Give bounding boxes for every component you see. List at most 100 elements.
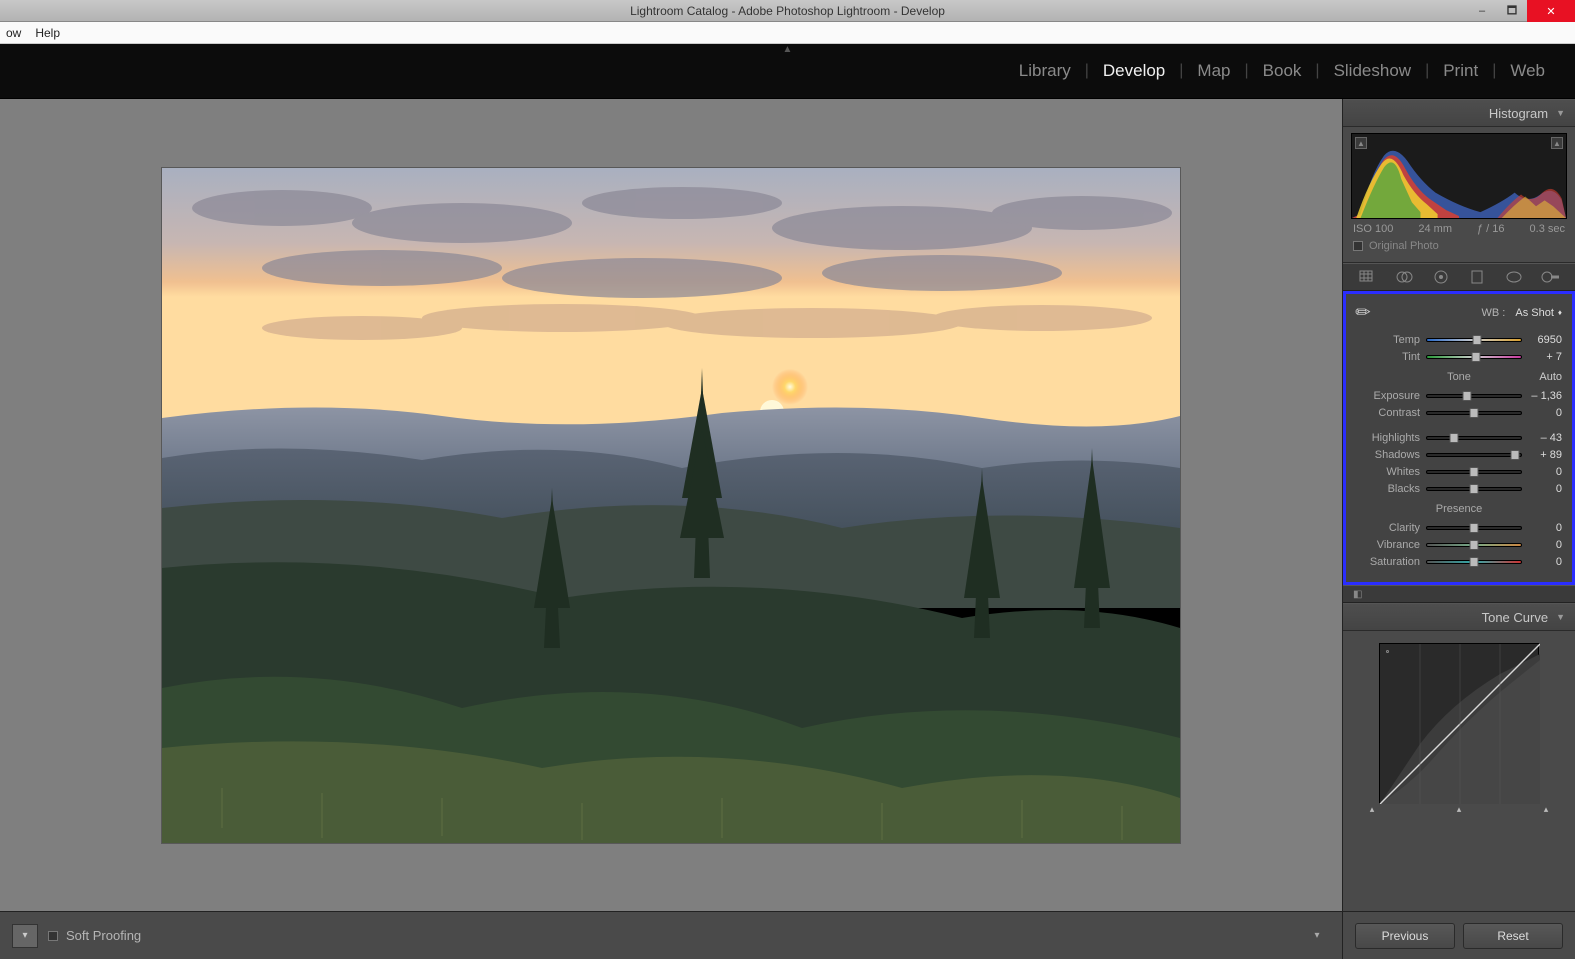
whites-thumb[interactable] [1470,467,1479,477]
vibrance-thumb[interactable] [1470,540,1479,550]
whites-slider[interactable] [1426,470,1522,474]
soft-proofing-checkbox[interactable] [48,931,58,941]
tint-slider[interactable] [1426,355,1522,359]
shadow-clipping-indicator[interactable]: ▲ [1355,137,1367,149]
shadows-label: Shadows [1356,449,1420,461]
contrast-thumb[interactable] [1470,408,1479,418]
module-develop[interactable]: Develop [1089,61,1179,81]
adjustment-brush-tool-icon[interactable] [1539,267,1563,287]
module-tabs: Library | Develop | Map | Book | Slidesh… [1005,61,1559,81]
soft-proofing-toggle[interactable]: Soft Proofing [48,928,141,943]
eyedropper-icon[interactable]: ✎ [1351,300,1377,326]
saturation-label: Saturation [1356,556,1420,568]
presence-label: Presence [1436,503,1482,515]
histogram-display[interactable]: ▲ ▲ [1351,133,1567,219]
exposure-thumb[interactable] [1463,391,1472,401]
contrast-slider-row: Contrast 0 [1356,404,1562,421]
vibrance-slider[interactable] [1426,543,1522,547]
exposure-slider-row: Exposure – 1,36 [1356,387,1562,404]
blacks-slider[interactable] [1426,487,1522,491]
highlights-label: Highlights [1356,432,1420,444]
tint-value[interactable]: + 7 [1528,351,1562,363]
original-photo-checkbox[interactable] [1353,241,1363,251]
graduated-filter-tool-icon[interactable] [1465,267,1489,287]
module-map[interactable]: Map [1183,61,1244,81]
menu-item-help[interactable]: Help [35,26,60,40]
temp-thumb[interactable] [1472,335,1481,345]
tone-section-label: Tone Auto [1356,371,1562,383]
shadows-thumb[interactable] [1511,450,1520,460]
tc-region-thumb[interactable]: ▴ [1454,805,1464,814]
minimize-button[interactable]: – [1467,0,1497,22]
tint-thumb[interactable] [1471,352,1480,362]
highlights-value[interactable]: – 43 [1528,432,1562,444]
highlights-thumb[interactable] [1450,433,1459,443]
wb-preset-dropdown[interactable]: As Shot ♦ [1515,307,1562,319]
temp-slider[interactable] [1426,338,1522,342]
exposure-value[interactable]: – 1,36 [1528,390,1562,402]
module-book[interactable]: Book [1249,61,1316,81]
photo-canvas-area [0,99,1342,911]
shadows-value[interactable]: + 89 [1528,449,1562,461]
collapse-icon: ▼ [1556,612,1565,622]
clarity-thumb[interactable] [1470,523,1479,533]
reset-button[interactable]: Reset [1463,923,1563,949]
saturation-thumb[interactable] [1470,557,1479,567]
maximize-button[interactable]: 🗖 [1497,0,1527,22]
basic-panel: ✎ WB : As Shot ♦ Temp 6950 Tint + 7 [1343,291,1575,585]
original-photo-label: Original Photo [1369,240,1439,252]
close-button[interactable]: ✕ [1527,0,1575,22]
redeye-tool-icon[interactable] [1429,267,1453,287]
histogram-panel-header[interactable]: Histogram ▼ [1343,99,1575,127]
temp-label: Temp [1356,334,1420,346]
blacks-value[interactable]: 0 [1528,483,1562,495]
module-slideshow[interactable]: Slideshow [1320,61,1426,81]
tone-label: Tone [1447,371,1471,383]
highlight-clipping-indicator[interactable]: ▲ [1551,137,1563,149]
loupe-view-dropdown[interactable]: ▾ [12,924,38,948]
module-library[interactable]: Library [1005,61,1085,81]
tonecurve-title: Tone Curve [1482,610,1548,625]
previous-button[interactable]: Previous [1355,923,1455,949]
tonecurve-panel-header[interactable]: Tone Curve ▼ [1343,603,1575,631]
saturation-value[interactable]: 0 [1528,556,1562,568]
histogram-exif-row: ISO 100 24 mm ƒ / 16 0.3 sec [1351,219,1567,237]
exposure-slider[interactable] [1426,394,1522,398]
clarity-slider[interactable] [1426,526,1522,530]
main-content: Histogram ▼ ▲ ▲ ISO 100 24 mm ƒ / 16 [0,99,1575,911]
radial-filter-tool-icon[interactable] [1502,267,1526,287]
auto-tone-button[interactable]: Auto [1539,371,1562,383]
original-photo-row[interactable]: Original Photo [1351,237,1567,258]
blacks-thumb[interactable] [1470,484,1479,494]
clarity-value[interactable]: 0 [1528,522,1562,534]
tonecurve-graph[interactable] [1379,643,1539,803]
temp-value[interactable]: 6950 [1528,334,1562,346]
crop-tool-icon[interactable] [1355,267,1379,287]
whites-value[interactable]: 0 [1528,466,1562,478]
toolbar-collapse-icon[interactable]: ▾ [1304,924,1330,948]
contrast-slider[interactable] [1426,411,1522,415]
target-adjustment-icon[interactable] [1386,650,1389,653]
bottom-toolbar: ▾ Soft Proofing ▾ Previous Reset [0,911,1575,959]
window-controls: – 🗖 ✕ [1467,0,1575,22]
basic-panel-toggle[interactable]: ◧ [1343,585,1575,603]
module-print[interactable]: Print [1429,61,1492,81]
photo-preview[interactable] [162,168,1180,843]
highlights-slider-row: Highlights – 43 [1356,429,1562,446]
module-picker-bar: ▲ Library | Develop | Map | Book | Slide… [0,44,1575,99]
highlights-slider[interactable] [1426,436,1522,440]
saturation-slider[interactable] [1426,560,1522,564]
module-web[interactable]: Web [1496,61,1559,81]
tc-region-thumb[interactable]: ▴ [1367,805,1377,814]
wb-preset-value: As Shot [1515,307,1554,319]
dropdown-icon: ♦ [1558,308,1562,317]
spot-removal-tool-icon[interactable] [1392,267,1416,287]
shadows-slider[interactable] [1426,453,1522,457]
collapse-top-panel-icon[interactable]: ▲ [783,44,793,55]
tc-region-thumb[interactable]: ▴ [1541,805,1551,814]
vibrance-value[interactable]: 0 [1528,539,1562,551]
whites-label: Whites [1356,466,1420,478]
temp-slider-row: Temp 6950 [1356,331,1562,348]
contrast-value[interactable]: 0 [1528,407,1562,419]
menu-item-ow[interactable]: ow [6,26,21,40]
